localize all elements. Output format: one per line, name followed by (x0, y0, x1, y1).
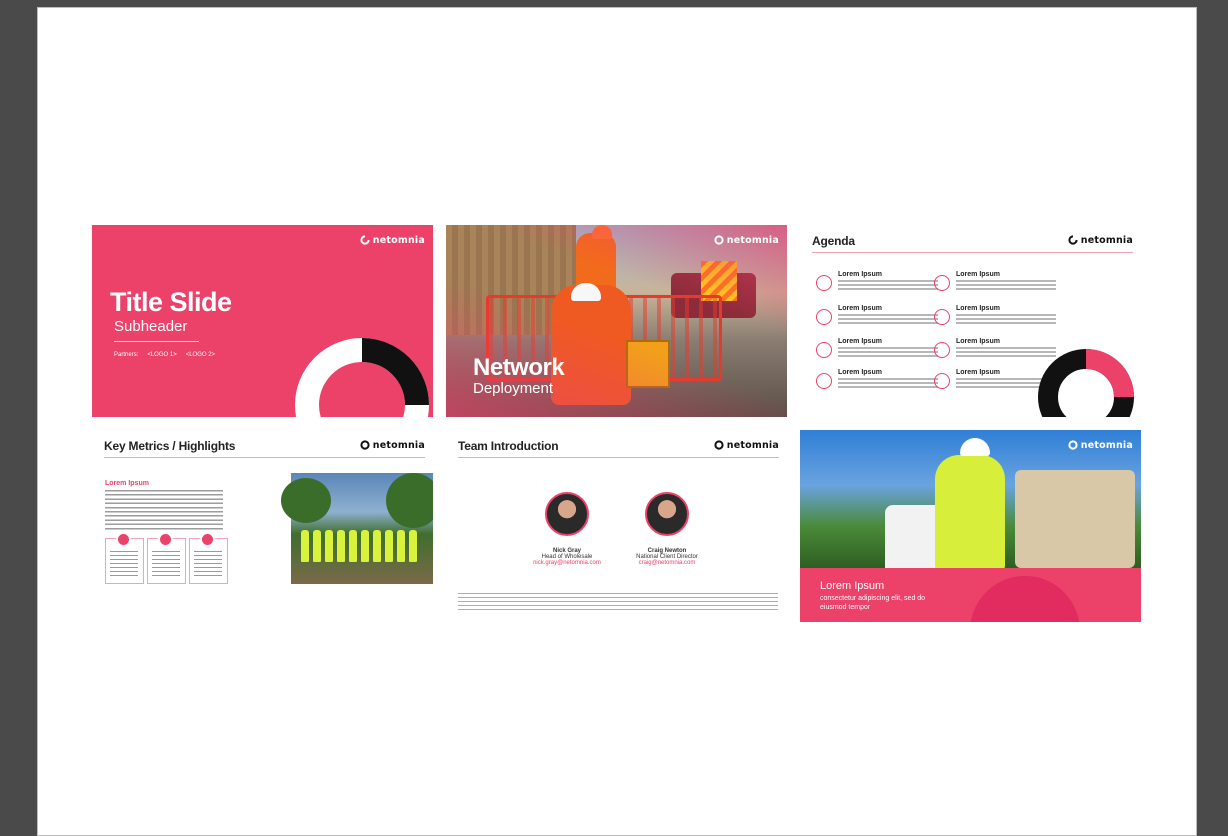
partners-row: Partners: <LOGO 1> <LOGO 2> (114, 352, 215, 358)
document-page (37, 7, 1197, 836)
avatar (545, 492, 589, 536)
metric-icon (200, 532, 215, 547)
photo-worker (935, 455, 1005, 570)
header-divider (812, 252, 1133, 253)
team-photo (281, 473, 433, 584)
netomnia-logo: netomnia (360, 439, 425, 451)
closing-title: Lorem Ipsum (820, 580, 885, 592)
netomnia-logo: netomnia (1068, 439, 1133, 451)
slide-agenda[interactable]: Agenda netomnia Lorem Ipsum Lorem Ipsum … (800, 225, 1141, 417)
ring-graphic (295, 338, 429, 417)
slide-title[interactable]: netomnia Title Slide Subheader Partners:… (92, 225, 433, 417)
slide-subheader: Subheader (114, 318, 188, 335)
metric-icon (158, 532, 173, 547)
partner-logo-1: <LOGO 1> (147, 352, 177, 358)
slide-heading: Team Introduction (458, 439, 559, 453)
body-text (105, 490, 223, 532)
agenda-item: Lorem Ipsum (934, 271, 1084, 301)
slide-key-metrics[interactable]: Key Metrics / Highlights netomnia Lorem … (92, 430, 433, 622)
arc-graphic (970, 576, 1080, 622)
header-divider (458, 457, 779, 458)
slide-subheading: Deployment (473, 380, 554, 397)
section-title: Lorem Ipsum (105, 480, 149, 487)
member-email: nick.gray@netomnia.com (533, 560, 601, 566)
ring-graphic (1038, 349, 1134, 417)
body-text (458, 593, 778, 611)
partner-logo-2: <LOGO 2> (185, 352, 216, 358)
metric-icon (116, 532, 131, 547)
member-card: Craig Newton National Client Director cr… (607, 548, 727, 566)
slide-closing[interactable]: netomnia Lorem Ipsum consectetur adipisc… (800, 430, 1141, 622)
slide-network-deployment[interactable]: netomnia Network Deployment (446, 225, 787, 417)
header-divider (104, 457, 425, 458)
netomnia-logo: netomnia (360, 234, 425, 246)
metric-card (147, 532, 186, 584)
metric-card (189, 532, 228, 584)
netomnia-logo: netomnia (714, 439, 779, 451)
metric-card (105, 532, 144, 584)
member-email: craig@netomnia.com (638, 560, 696, 566)
slide-team-introduction[interactable]: Team Introduction netomnia Nick Gray Hea… (446, 430, 787, 622)
netomnia-logo: netomnia (714, 234, 779, 246)
netomnia-logo: netomnia (1068, 234, 1133, 246)
slide-heading: Network (473, 354, 565, 381)
slide-title-text: Title Slide (110, 287, 232, 317)
avatar (645, 492, 689, 536)
closing-subtitle: consectetur adipiscing elit, sed do eius… (820, 595, 926, 611)
agenda-item: Lorem Ipsum (934, 305, 1084, 335)
divider (114, 341, 199, 342)
slide-heading: Agenda (812, 234, 855, 248)
partners-label: Partners: (114, 352, 139, 358)
slide-heading: Key Metrics / Highlights (104, 439, 236, 453)
photo-cabinet (1015, 470, 1135, 568)
